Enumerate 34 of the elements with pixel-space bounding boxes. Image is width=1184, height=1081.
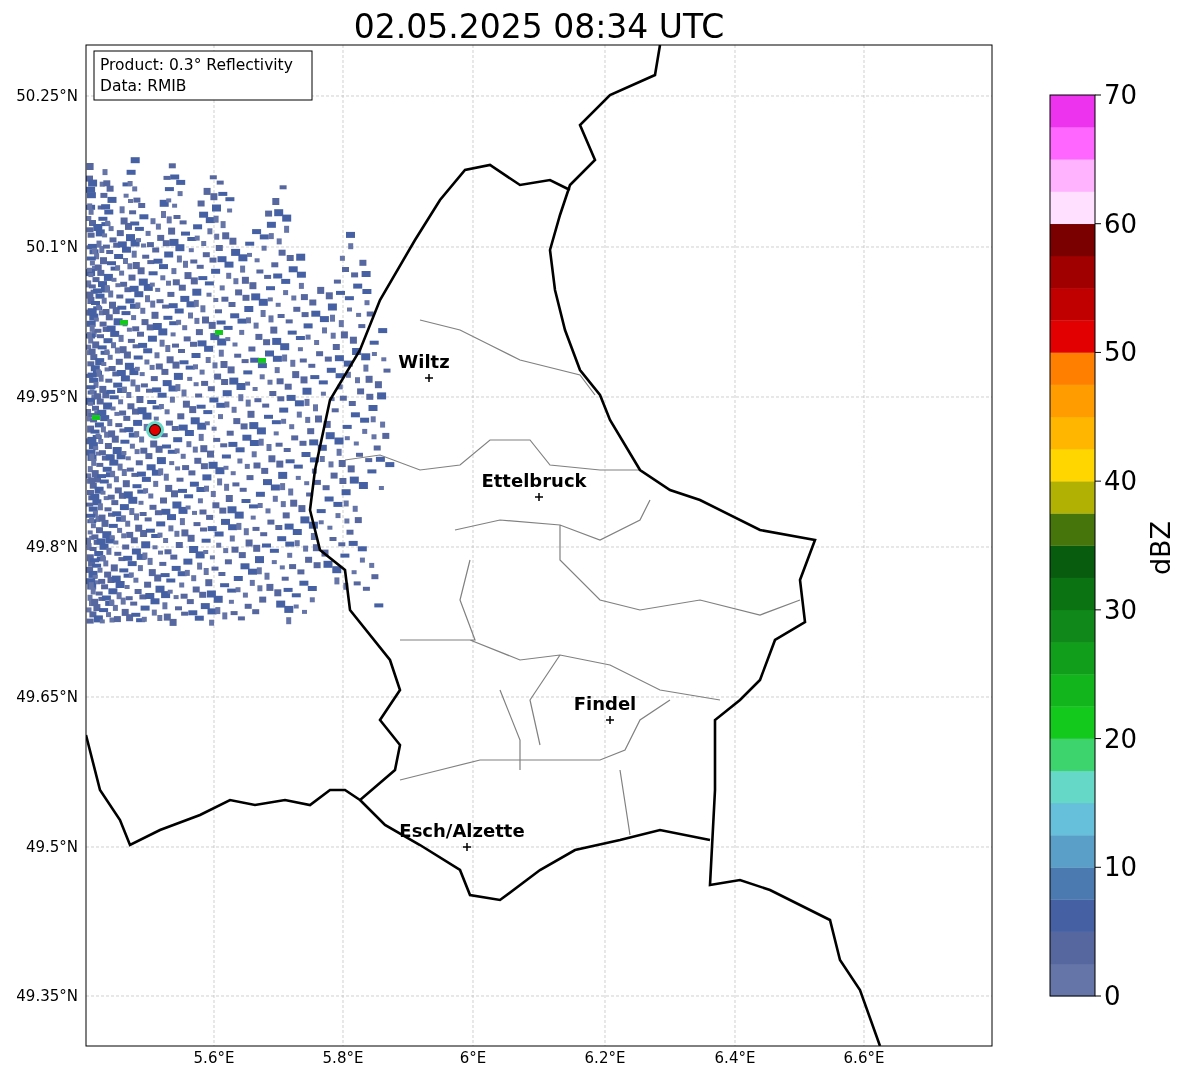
colorbar-tick-label: 20 (1104, 723, 1138, 754)
colorbar-tick-label: 40 (1104, 466, 1138, 497)
colorbar-label: dBZ (1145, 520, 1176, 576)
longitude-label: 6.6°E (843, 1049, 885, 1067)
city-label: Findel (573, 693, 637, 714)
longitude-label: 5.8°E (322, 1049, 364, 1067)
latitude-label: 50.1°N (25, 238, 78, 256)
info-text: Product: 0.3° Reflectivity (100, 56, 293, 74)
chart-title: 02.05.2025 08:34 UTC (353, 7, 725, 46)
radar-site-marker (149, 424, 161, 436)
longitude-label: 5.6°E (193, 1049, 235, 1067)
city-marker-icon (534, 492, 544, 502)
city-label: Esch/Alzette (399, 820, 525, 841)
latitude-label: 49.8°N (25, 538, 78, 556)
city-label: Wiltz (398, 351, 450, 372)
latitude-label: 50.25°N (16, 87, 78, 105)
longitude-label: 6.2°E (584, 1049, 626, 1067)
colorbar-tick-label: 0 (1104, 981, 1121, 1011)
latitude-label: 49.35°N (16, 987, 78, 1005)
latitude-label: 49.95°N (16, 388, 78, 406)
colorbar-tick-label: 30 (1104, 594, 1138, 625)
longitude-label: 6°E (459, 1049, 487, 1067)
longitude-label: 6.4°E (714, 1049, 756, 1067)
latitude-label: 49.5°N (25, 838, 78, 856)
colorbar-tick-label: 50 (1104, 337, 1138, 368)
city-marker-icon (424, 373, 434, 383)
colorbar-tick-label: 60 (1104, 208, 1138, 239)
city-marker-icon (605, 715, 615, 725)
city-label: Ettelbruck (481, 470, 587, 491)
latitude-label: 49.65°N (16, 688, 78, 706)
colorbar-tick-label: 70 (1104, 80, 1138, 110)
info-text: Data: RMIB (100, 77, 187, 95)
city-marker-icon (462, 842, 472, 852)
colorbar-tick-label: 10 (1104, 852, 1138, 883)
